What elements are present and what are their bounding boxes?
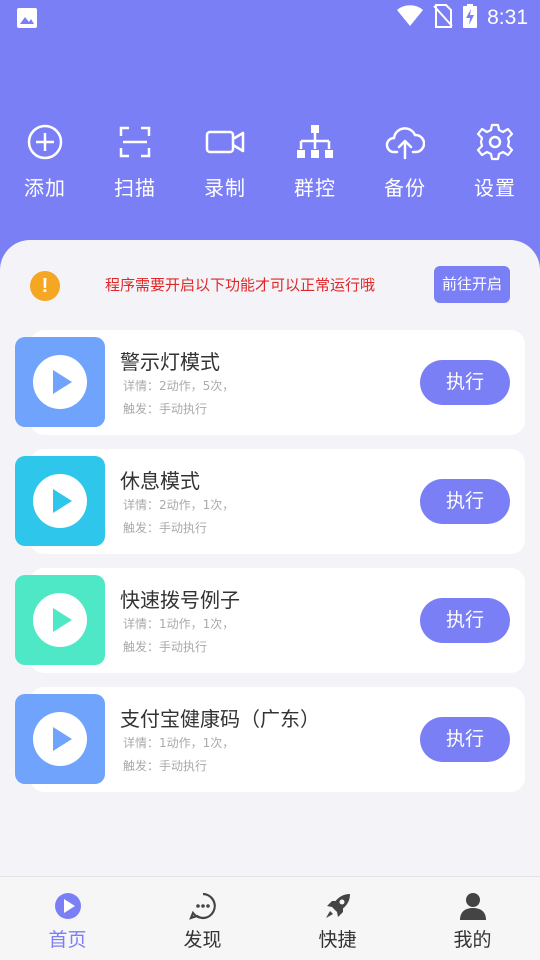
run-button[interactable]: 执行: [420, 717, 510, 762]
play-icon: [53, 727, 72, 751]
task-thumbnail[interactable]: [15, 456, 105, 546]
exclamation-icon: !: [30, 271, 60, 301]
backup-button[interactable]: 备份: [360, 120, 450, 210]
task-thumbnail[interactable]: [15, 337, 105, 427]
hierarchy-icon: [297, 125, 333, 158]
run-button[interactable]: 执行: [420, 598, 510, 643]
wifi-icon: [397, 5, 424, 31]
nav-discover[interactable]: 发现: [135, 877, 270, 960]
go-enable-button[interactable]: 前往开启: [434, 266, 510, 303]
video-camera-icon: [205, 130, 245, 154]
group-control-label: 群控: [294, 176, 336, 200]
run-button[interactable]: 执行: [420, 479, 510, 524]
content-sheet: ! 程序需要开启以下功能才可以正常运行哦 前往开启 警示灯模式 详情：2动作，5…: [0, 240, 540, 876]
permission-notice: ! 程序需要开启以下功能才可以正常运行哦 前往开启: [0, 240, 540, 330]
clock: 8:31: [487, 6, 528, 29]
gear-icon: [476, 123, 514, 161]
task-card[interactable]: 休息模式 详情：2动作，1次， 触发：手动执行 执行: [15, 449, 525, 554]
group-control-button[interactable]: 群控: [270, 120, 360, 210]
nav-home-label: 首页: [48, 929, 87, 951]
task-title: 休息模式: [120, 469, 200, 493]
image-icon: [16, 7, 38, 29]
task-title: 支付宝健康码（广东）: [120, 707, 320, 731]
scan-label: 扫描: [114, 176, 156, 200]
nav-home[interactable]: 首页: [0, 877, 135, 960]
settings-label: 设置: [474, 176, 516, 200]
nav-mine-label: 我的: [453, 929, 492, 951]
task-title: 警示灯模式: [120, 350, 220, 374]
task-title: 快速拨号例子: [120, 588, 240, 612]
task-card[interactable]: 支付宝健康码（广东） 详情：1动作，1次， 触发：手动执行 执行: [15, 687, 525, 792]
play-icon: [53, 608, 72, 632]
task-trigger: 触发：手动执行: [123, 640, 208, 654]
no-sim-icon: [433, 4, 453, 32]
bottom-nav: 首页 发现 快捷 我的: [0, 876, 540, 960]
record-button[interactable]: 录制: [180, 120, 270, 210]
battery-charging-icon: [463, 4, 478, 32]
top-toolbar: 添加 扫描 录制 群控 备份 设置: [0, 120, 540, 210]
task-card[interactable]: 警示灯模式 详情：2动作，5次， 触发：手动执行 执行: [15, 330, 525, 435]
scan-button[interactable]: 扫描: [90, 120, 180, 210]
nav-discover-label: 发现: [183, 929, 222, 951]
cloud-upload-icon: [385, 127, 425, 160]
notice-text: 程序需要开启以下功能才可以正常运行哦: [105, 276, 376, 294]
play-circle-icon: [54, 893, 81, 919]
task-card[interactable]: 快速拨号例子 详情：1动作，1次， 触发：手动执行 执行: [15, 568, 525, 673]
task-thumbnail[interactable]: [15, 694, 105, 784]
run-button[interactable]: 执行: [420, 360, 510, 405]
task-detail: 详情：1动作，1次，: [123, 617, 235, 631]
task-detail: 详情：2动作，1次，: [123, 498, 235, 512]
settings-button[interactable]: 设置: [450, 120, 540, 210]
chat-dots-icon: [188, 892, 216, 920]
task-trigger: 触发：手动执行: [123, 759, 208, 773]
record-label: 录制: [204, 176, 246, 200]
nav-mine[interactable]: 我的: [405, 877, 540, 960]
play-icon: [53, 489, 72, 513]
scan-icon: [119, 126, 151, 158]
backup-label: 备份: [384, 176, 426, 200]
nav-shortcut[interactable]: 快捷: [270, 877, 405, 960]
task-thumbnail[interactable]: [15, 575, 105, 665]
plus-circle-icon: [27, 124, 63, 160]
task-detail: 详情：1动作，1次，: [123, 736, 235, 750]
rocket-icon: [325, 894, 350, 918]
status-bar: 8:31: [0, 0, 540, 36]
task-detail: 详情：2动作，5次，: [123, 379, 235, 393]
person-icon: [459, 893, 486, 920]
add-button[interactable]: 添加: [0, 120, 90, 210]
play-icon: [53, 370, 72, 394]
task-trigger: 触发：手动执行: [123, 402, 208, 416]
add-label: 添加: [24, 176, 66, 200]
nav-shortcut-label: 快捷: [318, 929, 357, 951]
task-trigger: 触发：手动执行: [123, 521, 208, 535]
